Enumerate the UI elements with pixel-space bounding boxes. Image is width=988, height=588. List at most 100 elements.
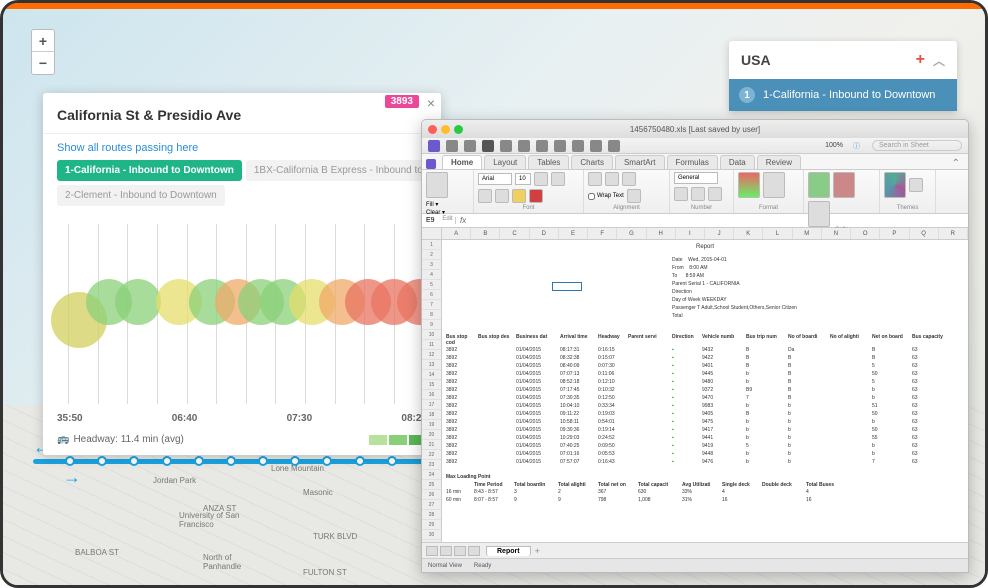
- collapse-icon[interactable]: ︿: [933, 52, 945, 69]
- table-row[interactable]: 389201/04/201508:32:380:15:07▪9422BBB63: [446, 354, 964, 362]
- table-row[interactable]: 389201/04/201507:30:350:12:50▪94707Bb63: [446, 394, 964, 402]
- themes-button[interactable]: [884, 172, 906, 198]
- table-row[interactable]: 389201/04/201507:07:130:11:06▪9445bB5063: [446, 370, 964, 378]
- sigma-icon[interactable]: [536, 140, 548, 152]
- window-maximize-icon[interactable]: [454, 125, 463, 134]
- row-header[interactable]: 8: [422, 310, 441, 320]
- cell-reference-box[interactable]: E9: [422, 217, 456, 224]
- table-row[interactable]: 389201/04/201509:11:220:19:03▪9405Bb5063: [446, 410, 964, 418]
- insert-button[interactable]: [808, 172, 830, 198]
- row-header[interactable]: 9: [422, 320, 441, 330]
- row-header[interactable]: 23: [422, 460, 441, 470]
- ribbon-tab-home[interactable]: Home: [442, 155, 482, 169]
- row-header[interactable]: 25: [422, 480, 441, 490]
- row-header[interactable]: 19: [422, 420, 441, 430]
- print-icon[interactable]: [482, 140, 494, 152]
- number-format-select[interactable]: General: [674, 172, 718, 184]
- table-row[interactable]: 389201/04/201510:04:100:33:34▪9983bb5163: [446, 402, 964, 410]
- show-all-routes-link[interactable]: Show all routes passing here: [43, 134, 441, 160]
- paintbrush-icon[interactable]: [500, 140, 512, 152]
- row-header[interactable]: 5: [422, 280, 441, 290]
- window-titlebar[interactable]: 1456750480.xls [Last saved by user]: [422, 120, 968, 138]
- fill-color-button[interactable]: [512, 189, 526, 203]
- sheet-nav-first-icon[interactable]: [426, 546, 438, 556]
- close-icon[interactable]: ×: [427, 95, 435, 111]
- table-row[interactable]: 389201/04/201508:40:090:07:30▪9401BB563: [446, 362, 964, 370]
- country-route-item[interactable]: 1 1-California - Inbound to Downtown: [729, 79, 957, 111]
- column-header[interactable]: F: [588, 228, 617, 239]
- row-header[interactable]: 6: [422, 290, 441, 300]
- redo-icon[interactable]: [464, 140, 476, 152]
- route-pill[interactable]: 1BX-California B Express - Inbound to Do: [246, 160, 441, 181]
- ribbon-tab-layout[interactable]: Layout: [484, 155, 526, 169]
- ribbon-tab-data[interactable]: Data: [720, 155, 755, 169]
- paste-button[interactable]: [426, 172, 448, 198]
- conditional-format-button[interactable]: [738, 172, 760, 198]
- italic-button[interactable]: [551, 172, 565, 186]
- table-row[interactable]: 389201/04/201508:52:180:12:10▪9480bB563: [446, 378, 964, 386]
- column-header[interactable]: L: [763, 228, 792, 239]
- row-header[interactable]: 18: [422, 410, 441, 420]
- row-header[interactable]: 4: [422, 270, 441, 280]
- underline-button[interactable]: [478, 189, 492, 203]
- table-row[interactable]: 389201/04/201510:29:030:24:52▪9441bb5563: [446, 434, 964, 442]
- row-header[interactable]: 22: [422, 450, 441, 460]
- row-header[interactable]: 15: [422, 380, 441, 390]
- row-header[interactable]: 28: [422, 510, 441, 520]
- ribbon-collapse-icon[interactable]: ⌃: [948, 158, 964, 169]
- route-pill-active[interactable]: 1-California - Inbound to Downtown: [57, 160, 242, 181]
- add-sheet-icon[interactable]: +: [535, 546, 540, 556]
- ribbon-tab-charts[interactable]: Charts: [571, 155, 613, 169]
- table-row[interactable]: 389201/04/201507:17:450:10:32▪9372B9Bb63: [446, 386, 964, 394]
- font-color-button[interactable]: [529, 189, 543, 203]
- toolbox-icon[interactable]: [518, 140, 530, 152]
- help-round-icon[interactable]: ⓘ: [853, 141, 860, 151]
- row-header[interactable]: 2: [422, 250, 441, 260]
- ribbon-tab-smartart[interactable]: SmartArt: [615, 155, 665, 169]
- wrap-text-checkbox[interactable]: [588, 193, 595, 200]
- row-header[interactable]: 21: [422, 440, 441, 450]
- column-header[interactable]: A: [442, 228, 471, 239]
- ribbon-tab-tables[interactable]: Tables: [528, 155, 569, 169]
- comma-button[interactable]: [708, 187, 722, 201]
- column-header[interactable]: K: [734, 228, 763, 239]
- align-right-button[interactable]: [622, 172, 636, 186]
- column-header[interactable]: G: [617, 228, 646, 239]
- row-header[interactable]: 26: [422, 490, 441, 500]
- filter-icon[interactable]: [572, 140, 584, 152]
- column-header[interactable]: I: [676, 228, 705, 239]
- delete-button[interactable]: [833, 172, 855, 198]
- table-row[interactable]: 60 min8:07 - 8:57997981,00831%1616: [446, 496, 846, 504]
- bold-button[interactable]: [534, 172, 548, 186]
- currency-button[interactable]: [674, 187, 688, 201]
- row-header[interactable]: 1: [422, 240, 441, 250]
- table-row[interactable]: 389201/04/201507:57:070:16:43▪9476bb763: [446, 458, 964, 466]
- format-button[interactable]: [808, 201, 830, 227]
- row-header[interactable]: 14: [422, 370, 441, 380]
- row-header[interactable]: 3: [422, 260, 441, 270]
- chart-icon[interactable]: [590, 140, 602, 152]
- sheet-nav-next-icon[interactable]: [454, 546, 466, 556]
- styles-button[interactable]: [763, 172, 785, 198]
- column-header[interactable]: B: [471, 228, 500, 239]
- save-icon[interactable]: [428, 140, 440, 152]
- row-header[interactable]: 24: [422, 470, 441, 480]
- column-header[interactable]: P: [880, 228, 909, 239]
- align-center-button[interactable]: [605, 172, 619, 186]
- column-header[interactable]: Q: [910, 228, 939, 239]
- zoom-in-button[interactable]: +: [32, 30, 54, 52]
- column-header[interactable]: H: [647, 228, 676, 239]
- column-header[interactable]: M: [793, 228, 822, 239]
- ribbon-tab-formulas[interactable]: Formulas: [667, 155, 718, 169]
- search-input[interactable]: Search in Sheet: [872, 140, 962, 151]
- row-header[interactable]: 17: [422, 400, 441, 410]
- sort-icon[interactable]: [554, 140, 566, 152]
- table-row[interactable]: 389201/04/201509:30:360:19:14▪9417bb5063: [446, 426, 964, 434]
- row-header[interactable]: 13: [422, 360, 441, 370]
- table-row[interactable]: 389201/04/201507:01:160:05:53▪9448bbb63: [446, 450, 964, 458]
- column-header[interactable]: O: [851, 228, 880, 239]
- row-header[interactable]: 30: [422, 530, 441, 540]
- window-minimize-icon[interactable]: [441, 125, 450, 134]
- percent-button[interactable]: [691, 187, 705, 201]
- help-icon[interactable]: [608, 140, 620, 152]
